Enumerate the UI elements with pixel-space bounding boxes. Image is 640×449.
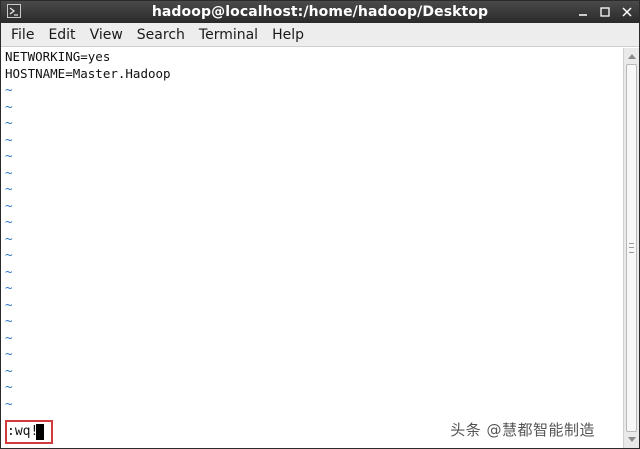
empty-line-tilde: ~ [5,115,13,130]
scrollbar-thumb[interactable] [626,64,637,432]
terminal-content[interactable]: NETWORKING=yes HOSTNAME=Master.Hadoop ~ ~… [1,48,623,448]
terminal-window: hadoop@localhost:/home/hadoop/Desktop Fi… [0,0,640,449]
menu-search[interactable]: Search [130,23,192,47]
empty-line-tilde: ~ [5,148,13,163]
empty-line-tilde: ~ [5,263,13,279]
window-title: hadoop@localhost:/home/hadoop/Desktop [151,4,489,20]
empty-line-tilde: ~ [5,131,13,147]
close-icon[interactable] [619,4,635,20]
empty-line-tilde: ~ [5,214,13,229]
empty-line-tilde: ~ [5,296,13,312]
empty-line-tilde: ~ [5,181,13,196]
empty-line-tilde: ~ [5,346,13,361]
empty-line-tilde: ~ [5,230,13,246]
minimize-icon[interactable] [575,4,591,20]
scroll-down-icon[interactable] [624,433,639,447]
empty-line-tilde: ~ [5,197,13,213]
empty-line-tilde: ~ [5,313,13,328]
menu-bar: File Edit View Search Terminal Help [1,23,639,47]
title-bar[interactable]: hadoop@localhost:/home/hadoop/Desktop [1,1,639,23]
scroll-up-icon[interactable] [624,49,639,63]
empty-line-tilde: ~ [5,98,13,114]
menu-help[interactable]: Help [265,23,311,47]
empty-line-tilde: ~ [5,280,13,295]
vertical-scrollbar[interactable] [623,48,639,448]
empty-line-tilde: ~ [5,164,13,180]
menu-terminal[interactable]: Terminal [192,23,265,47]
window-controls [575,4,635,20]
text-cursor [36,424,44,440]
empty-line-tilde: ~ [5,362,13,378]
menu-view[interactable]: View [83,23,130,47]
empty-line-tilde: ~ [5,82,13,97]
terminal-line: NETWORKING=yes [5,49,111,64]
menu-edit[interactable]: Edit [41,23,82,47]
empty-line-tilde: ~ [5,379,13,394]
command-line: :wq! [7,424,39,439]
watermark: 头条 @慧都智能制造 [450,421,595,439]
empty-line-tilde: ~ [5,329,13,345]
menu-file[interactable]: File [4,23,41,47]
empty-line-tilde: ~ [5,247,13,262]
maximize-icon[interactable] [597,4,613,20]
terminal-line: HOSTNAME=Master.Hadoop [5,65,171,81]
grip-icon [629,243,634,253]
empty-line-tilde: ~ [5,395,13,411]
